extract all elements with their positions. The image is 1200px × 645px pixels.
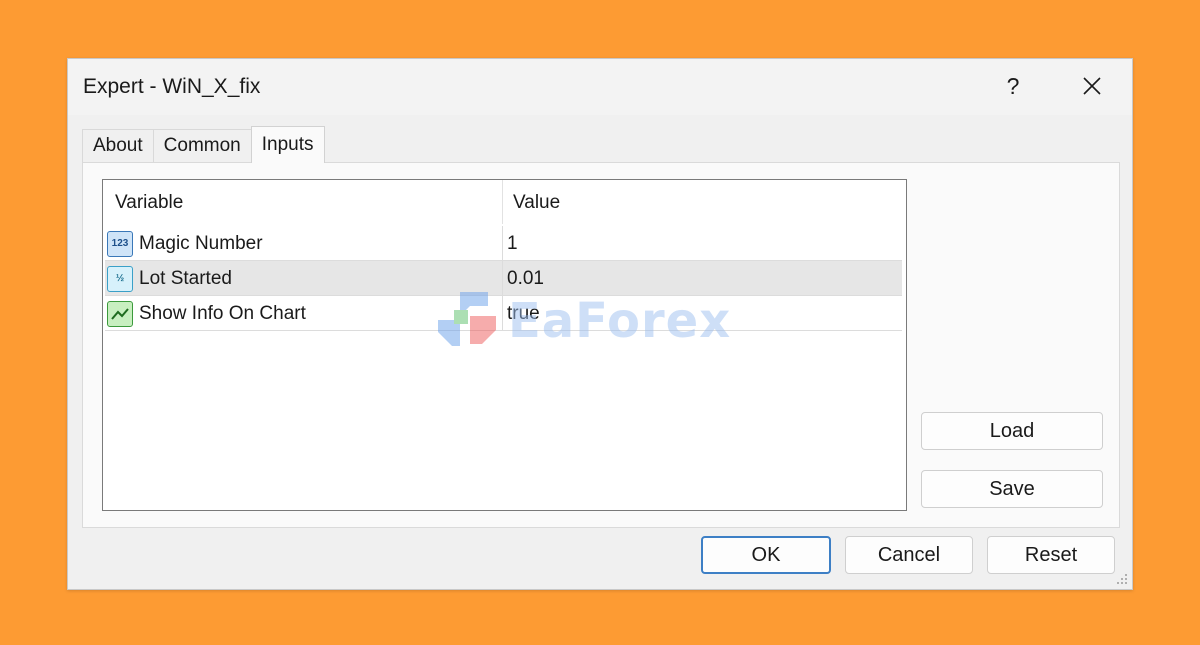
row-divider: [105, 330, 902, 331]
table-row[interactable]: Show Info On Chart true: [105, 296, 902, 331]
save-button[interactable]: Save: [921, 470, 1103, 508]
window-title: Expert - WiN_X_fix: [83, 75, 261, 98]
integer-type-icon: 123: [107, 230, 133, 257]
tab-inputs[interactable]: Inputs: [250, 126, 325, 163]
value-cell[interactable]: true: [502, 296, 902, 331]
column-header-variable[interactable]: Variable: [115, 192, 183, 214]
tab-strip: About Common Inputs: [82, 126, 325, 163]
column-header-value[interactable]: Value: [513, 192, 560, 214]
input-rows: 123 Magic Number 1 ½ Lot Started 0.01 Sh…: [105, 226, 902, 331]
variable-cell: Show Info On Chart: [105, 296, 502, 331]
close-button[interactable]: [1073, 67, 1111, 105]
variable-name: Show Info On Chart: [139, 302, 306, 324]
variable-cell: ½ Lot Started: [105, 261, 502, 296]
list-header: Variable Value: [103, 180, 906, 224]
close-icon: [1083, 77, 1101, 95]
chart-line-icon: [111, 307, 129, 320]
cancel-button[interactable]: Cancel: [845, 536, 973, 574]
title-bar: Expert - WiN_X_fix ?: [68, 59, 1132, 115]
table-row[interactable]: ½ Lot Started 0.01: [105, 261, 902, 296]
value-cell[interactable]: 0.01: [502, 261, 902, 296]
variable-cell: 123 Magic Number: [105, 226, 502, 261]
tab-common[interactable]: Common: [152, 129, 252, 162]
boolean-type-icon: [107, 300, 133, 327]
double-type-icon: ½: [107, 265, 133, 292]
variable-name: Magic Number: [139, 232, 263, 254]
inputs-panel: Variable Value 123 Magic Number 1 ½ Lot …: [82, 162, 1120, 528]
table-row[interactable]: 123 Magic Number 1: [105, 226, 902, 261]
ok-button[interactable]: OK: [701, 536, 831, 574]
variable-name: Lot Started: [139, 267, 232, 289]
load-button[interactable]: Load: [921, 412, 1103, 450]
resize-grip-icon[interactable]: [1116, 573, 1128, 585]
help-button[interactable]: ?: [996, 69, 1030, 103]
value-cell[interactable]: 1: [502, 226, 902, 261]
reset-button[interactable]: Reset: [987, 536, 1115, 574]
tab-about[interactable]: About: [82, 129, 154, 162]
column-divider[interactable]: [502, 180, 503, 224]
expert-dialog: Expert - WiN_X_fix ? About Common Inputs…: [67, 58, 1133, 590]
inputs-list[interactable]: Variable Value 123 Magic Number 1 ½ Lot …: [102, 179, 907, 511]
